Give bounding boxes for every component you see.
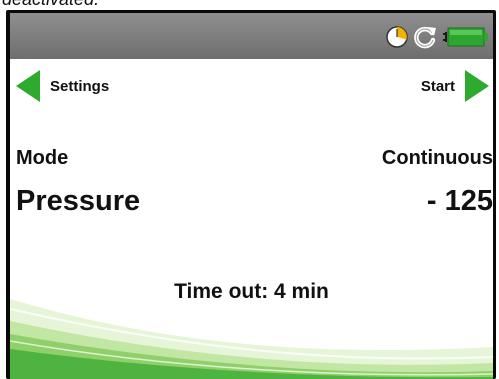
status-icons — [385, 22, 489, 52]
battery-icon — [443, 27, 488, 47]
mode-row: Mode Continuous — [16, 147, 493, 170]
device-bezel: Settings Start Mode Continuous Pressure … — [6, 10, 496, 379]
mode-value: Continuous — [381, 147, 493, 169]
pressure-row: Pressure - 125 — [16, 185, 493, 218]
arrow-right-icon — [465, 70, 489, 102]
pressure-value: - 125 — [426, 185, 493, 217]
timer-icon — [386, 26, 408, 48]
refresh-icon — [414, 26, 436, 49]
mode-label: Mode — [16, 147, 69, 169]
pressure-label: Pressure — [16, 185, 141, 217]
caption-text: deactivated. — [2, 0, 99, 10]
start-nav-button[interactable]: Start — [421, 69, 489, 103]
status-bar — [10, 13, 493, 59]
start-label: Start — [420, 77, 455, 95]
device-screen: Settings Start Mode Continuous Pressure … — [10, 13, 493, 379]
timeout-text: Time out: 4 min — [174, 280, 329, 303]
settings-label: Settings — [50, 77, 110, 95]
arrow-left-icon — [16, 70, 40, 102]
settings-nav-button[interactable]: Settings — [16, 69, 109, 103]
